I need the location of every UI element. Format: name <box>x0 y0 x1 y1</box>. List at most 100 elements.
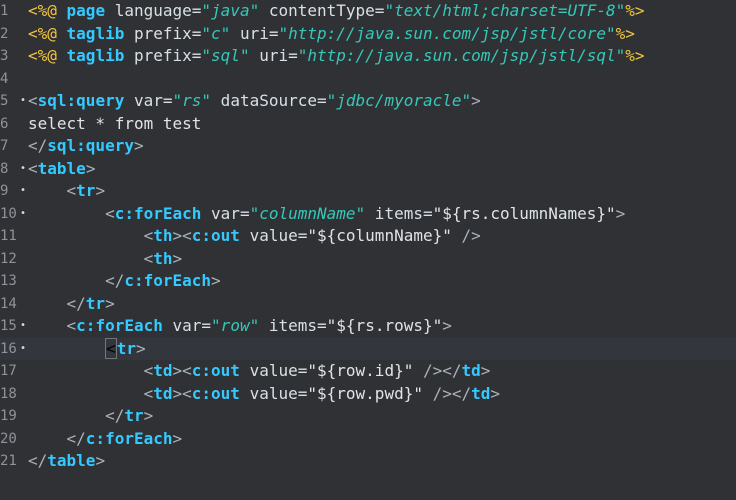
code-line[interactable]: 13 </c:forEach> <box>0 270 736 293</box>
line-number: 2 <box>0 25 9 42</box>
code-text[interactable]: <tr> <box>28 180 106 202</box>
code-token: taglib <box>56 46 134 66</box>
code-token: </ <box>28 428 86 448</box>
gutter: 17 <box>0 363 28 379</box>
code-token: > <box>105 293 115 313</box>
code-text[interactable]: <%@ taglib prefix="sql" uri="http://java… <box>28 45 645 67</box>
code-line[interactable]: 10 • <c:forEach var="columnName" items="$… <box>0 203 736 226</box>
code-token: >< <box>172 226 192 246</box>
code-text[interactable]: <%@ page language="java" contentType="te… <box>28 0 645 22</box>
code-token: c:out <box>191 361 240 381</box>
code-text[interactable]: </tr> <box>28 293 115 315</box>
code-line[interactable]: 6 select * from test <box>0 113 736 136</box>
code-line[interactable]: 2 <%@ taglib prefix="c" uri="http://java.… <box>0 23 736 46</box>
code-text[interactable]: <%@ taglib prefix="c" uri="http://java.s… <box>28 23 635 45</box>
code-token: < <box>28 383 154 403</box>
code-line[interactable]: 15 • <c:forEach var="row" items="${rs.row… <box>0 315 736 338</box>
code-token: select * from test <box>28 113 202 133</box>
gutter: 15 • <box>0 318 28 334</box>
code-token: prefix= <box>133 23 202 43</box>
gutter: 21 <box>0 453 28 469</box>
code-token: > <box>211 271 221 291</box>
fold-marker-icon[interactable]: • <box>18 321 28 331</box>
line-number: 9 <box>0 183 9 200</box>
code-text[interactable]: </tr> <box>28 405 153 427</box>
code-token: %> <box>625 46 645 66</box>
code-token: tr <box>76 181 96 201</box>
code-line[interactable]: 12 <th> <box>0 248 736 271</box>
code-line[interactable]: 20 </c:forEach> <box>0 428 736 451</box>
fold-marker-icon[interactable]: • <box>18 163 28 174</box>
code-text[interactable]: <td><c:out value="${row.pwd}" /></td> <box>28 383 500 405</box>
code-token: c:out <box>191 226 240 246</box>
code-token: var= <box>124 91 173 111</box>
code-line[interactable]: 16 • <tr> <box>0 337 736 360</box>
line-number: 14 <box>0 295 17 312</box>
code-token: < <box>28 181 77 201</box>
code-token: "text/html;charset=UTF-8" <box>384 1 626 21</box>
code-line[interactable]: 19 </tr> <box>0 405 736 428</box>
code-token: "columnName" <box>249 203 366 223</box>
fold-marker-icon[interactable]: • <box>18 208 28 219</box>
code-line[interactable]: 21 </table> <box>0 450 736 473</box>
code-token: > <box>442 316 452 336</box>
code-text[interactable]: <th><c:out value="${columnName}" /> <box>28 225 481 247</box>
code-token: c:out <box>191 383 240 403</box>
code-editor[interactable]: 1 <%@ page language="java" contentType="t… <box>0 0 736 500</box>
code-token: >< <box>172 361 192 381</box>
code-token: td <box>153 361 173 381</box>
code-token: > <box>172 428 183 448</box>
code-text[interactable]: <c:forEach var="columnName" items="${rs.… <box>28 203 625 225</box>
code-token: table <box>47 451 96 471</box>
code-text[interactable]: </table> <box>28 450 105 472</box>
code-token: taglib <box>56 23 134 43</box>
code-line[interactable]: 14 </tr> <box>0 293 736 316</box>
fold-marker-icon[interactable]: • <box>18 343 28 354</box>
code-token: c:forEach <box>114 203 202 223</box>
code-line[interactable]: 18 <td><c:out value="${row.pwd}" /></td> <box>0 383 736 406</box>
code-text[interactable]: <th> <box>28 248 183 270</box>
line-number: 17 <box>0 363 17 380</box>
fold-marker-icon[interactable]: • <box>18 96 28 106</box>
code-line[interactable]: 9 • <tr> <box>0 180 736 203</box>
code-line[interactable]: 17 <td><c:out value="${row.id}" /></td> <box>0 360 736 383</box>
code-text[interactable]: <td><c:out value="${row.id}" /></td> <box>28 360 491 382</box>
code-token: /></ <box>413 361 462 381</box>
code-token: /></ <box>422 383 472 403</box>
code-token: < <box>28 226 154 246</box>
code-line[interactable]: 8 • <table> <box>0 158 736 181</box>
code-token: page <box>56 1 115 21</box>
code-line[interactable]: 4 <box>0 68 736 91</box>
code-text[interactable]: <sql:query var="rs" dataSource="jdbc/myo… <box>28 90 481 112</box>
code-token: "jdbc/myoracle" <box>326 91 472 111</box>
code-line[interactable]: 1 <%@ page language="java" contentType="t… <box>0 0 736 23</box>
line-number: 10 <box>0 205 17 222</box>
code-text[interactable]: </sql:query> <box>28 135 144 157</box>
code-token: > <box>172 248 183 268</box>
code-token: </ <box>28 406 125 426</box>
code-text[interactable]: select * from test <box>28 113 201 135</box>
code-line[interactable]: 7 </sql:query> <box>0 135 736 158</box>
gutter: 13 <box>0 273 28 289</box>
code-token: prefix= <box>133 46 202 66</box>
line-number: 8 <box>0 160 9 177</box>
code-token: dataSource= <box>211 91 327 111</box>
code-token: < <box>105 337 117 359</box>
code-token: items= <box>259 316 327 336</box>
line-number: 12 <box>0 250 17 267</box>
code-token: < <box>28 91 38 111</box>
code-token: <%@ <box>28 1 57 21</box>
code-line[interactable]: 3 <%@ taglib prefix="sql" uri="http://jav… <box>0 45 736 68</box>
code-token: </ <box>28 293 86 313</box>
code-text[interactable]: <table> <box>28 158 95 180</box>
code-line[interactable]: 5 • <sql:query var="rs" dataSource="jdbc/m… <box>0 90 736 113</box>
code-line[interactable]: 11 <th><c:out value="${columnName}" /> <box>0 225 736 248</box>
code-text[interactable]: </c:forEach> <box>28 270 221 292</box>
code-text[interactable]: <c:forEach var="row" items="${rs.rows}"> <box>28 315 452 337</box>
code-text[interactable]: </c:forEach> <box>28 428 183 450</box>
code-text[interactable]: <tr> <box>28 337 146 360</box>
fold-marker-icon[interactable]: • <box>18 186 28 196</box>
code-token: c:forEach <box>124 271 212 291</box>
code-token: "sql" <box>201 46 250 66</box>
code-token: "${row.id}" <box>307 361 414 381</box>
